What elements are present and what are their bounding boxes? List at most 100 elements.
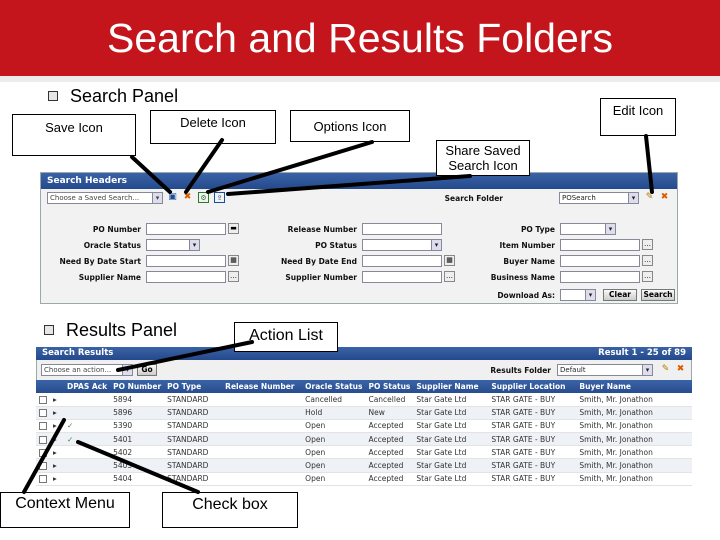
table-cell: 5390 bbox=[110, 419, 165, 434]
context-menu-cell[interactable]: ▸ bbox=[50, 432, 64, 447]
delete-folder-icon[interactable]: ✖ bbox=[659, 192, 670, 203]
row-checkbox-cell[interactable] bbox=[36, 419, 50, 434]
clear-button[interactable]: Clear bbox=[603, 289, 637, 301]
row-checkbox[interactable] bbox=[39, 435, 47, 444]
saved-search-select[interactable]: Choose a Saved Search... ▾ bbox=[47, 192, 163, 204]
po-status-label: PO Status bbox=[315, 241, 357, 250]
table-cell bbox=[222, 472, 303, 486]
search-button[interactable]: Search bbox=[641, 289, 675, 301]
calendar-icon[interactable]: ▦ bbox=[228, 255, 239, 266]
operator-icon[interactable]: ▬ bbox=[228, 223, 239, 234]
table-row[interactable]: ▸ 5894 STANDARD Cancelled Cancelled Star Gate… bbox=[36, 393, 692, 407]
row-checkbox-cell[interactable] bbox=[36, 432, 50, 447]
share-saved-search-icon[interactable]: ⇪ bbox=[214, 192, 225, 203]
action-select[interactable]: Choose an action... ▾ bbox=[41, 364, 133, 376]
oracle-status-select[interactable]: ▾ bbox=[146, 239, 200, 251]
options-icon[interactable]: ⚙ bbox=[198, 192, 209, 203]
edit-icon[interactable]: ✎ bbox=[644, 192, 655, 203]
item-number-input[interactable] bbox=[560, 239, 640, 251]
column-header[interactable]: Release Number bbox=[222, 380, 303, 393]
delete-folder-icon[interactable]: ✖ bbox=[675, 364, 686, 375]
column-header[interactable]: Buyer Name bbox=[576, 380, 692, 393]
table-cell: Star Gate Ltd bbox=[413, 406, 489, 420]
results-folder-select[interactable]: Default ▾ bbox=[557, 364, 653, 376]
row-checkbox[interactable] bbox=[39, 462, 47, 471]
supplier-name-input[interactable] bbox=[146, 271, 226, 283]
context-menu-cell[interactable]: ▸ bbox=[50, 393, 64, 407]
supplier-number-input[interactable] bbox=[362, 271, 442, 283]
buyer-name-input[interactable] bbox=[560, 255, 640, 267]
row-checkbox[interactable] bbox=[39, 448, 47, 457]
table-cell bbox=[222, 445, 303, 460]
column-header[interactable]: PO Status bbox=[365, 380, 414, 393]
go-button[interactable]: Go bbox=[137, 364, 157, 376]
row-checkbox[interactable] bbox=[39, 422, 47, 431]
row-checkbox[interactable] bbox=[39, 475, 47, 484]
delete-icon[interactable]: ✖ bbox=[182, 192, 193, 203]
results-table: DPAS Ack PO Number PO Type Release Numbe… bbox=[36, 380, 692, 486]
need-by-date-start-input[interactable] bbox=[146, 255, 226, 267]
search-folder-select[interactable]: POSearch ▾ bbox=[559, 192, 639, 204]
save-icon[interactable]: ▣ bbox=[167, 192, 178, 203]
table-cell: Star Gate Ltd bbox=[413, 432, 489, 447]
table-cell: STANDARD bbox=[164, 472, 223, 486]
table-cell: Smith, Mr. Jonathon bbox=[576, 432, 692, 447]
context-menu-cell[interactable]: ▸ bbox=[50, 445, 64, 460]
chevron-down-icon: ▾ bbox=[189, 240, 199, 250]
download-as-select[interactable]: ▾ bbox=[560, 289, 596, 301]
po-status-select[interactable]: ▾ bbox=[362, 239, 442, 251]
column-header[interactable]: Supplier Location bbox=[488, 380, 577, 393]
saved-search-placeholder: Choose a Saved Search... bbox=[50, 194, 140, 202]
table-row[interactable]: ▸ 5403 STANDARD Open Accepted Star Gate Ltd ST… bbox=[36, 458, 692, 473]
table-row[interactable]: ▸ 5404 STANDARD Open Accepted Star Gate Ltd ST… bbox=[36, 472, 692, 486]
context-menu-cell[interactable]: ▸ bbox=[50, 458, 64, 473]
row-checkbox-cell[interactable] bbox=[36, 393, 50, 407]
column-header[interactable]: Supplier Name bbox=[413, 380, 489, 393]
table-row[interactable]: ▸ 5896 STANDARD Hold New Star Gate Ltd STAR GA… bbox=[36, 406, 692, 420]
table-row[interactable]: ▸ ✓ 5401 STANDARD Open Accepted Star Gate Ltd S… bbox=[36, 432, 692, 447]
lookup-icon[interactable]: … bbox=[642, 239, 653, 250]
row-checkbox-cell[interactable] bbox=[36, 458, 50, 473]
business-name-input[interactable] bbox=[560, 271, 640, 283]
table-row[interactable]: ▸ 5402 STANDARD Open Accepted Star Gate Ltd ST… bbox=[36, 445, 692, 460]
column-header[interactable]: PO Type bbox=[164, 380, 223, 393]
results-toolbar: Choose an action... ▾ Go Results Folder … bbox=[36, 360, 692, 380]
lookup-icon[interactable]: … bbox=[642, 271, 653, 282]
context-menu-cell[interactable]: ▸ bbox=[50, 406, 64, 420]
column-header[interactable]: DPAS Ack bbox=[64, 380, 111, 393]
title-divider bbox=[0, 76, 720, 82]
results-panel-header: Search Results Result 1 - 25 of 89 bbox=[36, 347, 692, 360]
table-cell: 5403 bbox=[110, 458, 165, 473]
context-menu-cell[interactable]: ▸ bbox=[50, 472, 64, 486]
chevron-down-icon: ▾ bbox=[152, 193, 162, 203]
calendar-icon[interactable]: ▦ bbox=[444, 255, 455, 266]
row-checkbox-cell[interactable] bbox=[36, 472, 50, 486]
lookup-icon[interactable]: … bbox=[444, 271, 455, 282]
row-checkbox-cell[interactable] bbox=[36, 406, 50, 420]
need-by-date-end-input[interactable] bbox=[362, 255, 442, 267]
table-cell bbox=[222, 406, 303, 420]
row-checkbox[interactable] bbox=[39, 409, 47, 418]
lookup-icon[interactable]: … bbox=[642, 255, 653, 266]
row-checkbox-cell[interactable] bbox=[36, 445, 50, 460]
edit-icon[interactable]: ✎ bbox=[660, 364, 671, 375]
table-cell: STANDARD bbox=[164, 458, 223, 473]
lookup-icon[interactable]: … bbox=[228, 271, 239, 282]
table-cell: Accepted bbox=[365, 472, 414, 486]
column-header[interactable]: Oracle Status bbox=[302, 380, 366, 393]
chevron-down-icon: ▾ bbox=[605, 224, 615, 234]
table-cell: Smith, Mr. Jonathon bbox=[576, 419, 692, 434]
release-number-input[interactable] bbox=[362, 223, 442, 235]
need-by-date-end-label: Need By Date End bbox=[280, 257, 357, 266]
column-header[interactable]: PO Number bbox=[110, 380, 165, 393]
row-checkbox[interactable] bbox=[39, 395, 47, 404]
table-cell bbox=[222, 419, 303, 434]
table-cell: 5894 bbox=[110, 393, 165, 407]
context-menu-cell[interactable]: ▸ bbox=[50, 419, 64, 434]
table-row[interactable]: ▸ ✓ 5390 STANDARD Open Accepted Star Gate Ltd S… bbox=[36, 419, 692, 434]
table-cell: 5401 bbox=[110, 432, 165, 447]
po-type-select[interactable]: ▾ bbox=[560, 223, 616, 235]
chevron-down-icon: ▾ bbox=[585, 290, 595, 300]
po-number-input[interactable] bbox=[146, 223, 226, 235]
result-count: Result 1 - 25 of 89 bbox=[598, 348, 686, 358]
